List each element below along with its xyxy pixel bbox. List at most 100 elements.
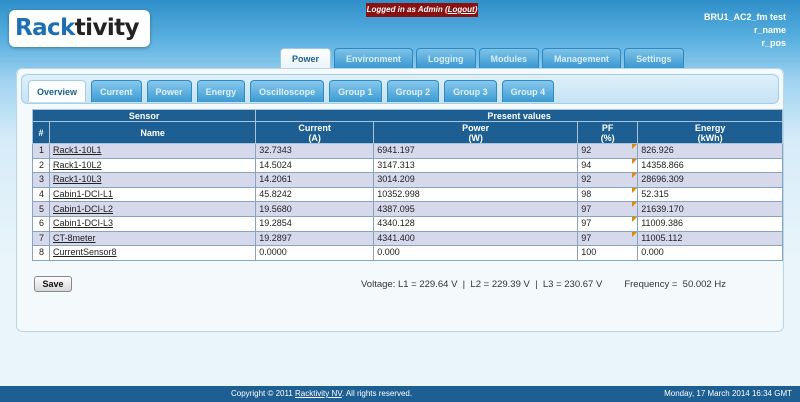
- cell-pf-value: 100: [581, 247, 597, 258]
- logo-part-rack: Rack: [15, 15, 75, 41]
- cell-index: 5: [32, 201, 50, 217]
- logout-link[interactable]: Logout: [448, 5, 475, 14]
- col-current-label: Current: [298, 122, 331, 133]
- cell-energy: 0.000: [637, 245, 783, 261]
- logo-part-tivity: tivity: [74, 15, 140, 41]
- login-suffix: ): [474, 5, 478, 14]
- cell-power: 3014.209: [373, 172, 579, 188]
- cell-index: 6: [32, 215, 50, 232]
- pf-flag-icon: [632, 231, 638, 237]
- status-line: Voltage: L1 = 229.64 V | L2 = 229.39 V |…: [361, 279, 726, 290]
- frequency-readout: Frequency = 50.002 Hz: [624, 279, 726, 290]
- user-name: r_name: [753, 25, 786, 35]
- cell-current: 45.8242: [255, 186, 375, 203]
- cell-current: 14.2061: [255, 172, 375, 188]
- sensor-name-link[interactable]: Cabin1-DCI-L3: [48, 215, 257, 232]
- cell-power: 10352.998: [373, 186, 579, 203]
- subtab-group-2[interactable]: Group 2: [386, 80, 440, 102]
- subtab-energy[interactable]: Energy: [196, 80, 246, 102]
- company-link[interactable]: Racktivity NV: [295, 389, 342, 398]
- table-row: 8 CurrentSensor8 0.0000 0.000 100 0.000: [32, 245, 783, 261]
- sub-tabs: Overview Current Power Energy Oscillosco…: [28, 80, 559, 102]
- col-pf-label: PF: [601, 122, 614, 133]
- pf-flag-icon: [632, 187, 638, 193]
- voltage-readout: Voltage: L1 = 229.64 V | L2 = 229.39 V |…: [361, 279, 603, 290]
- sensor-name-link[interactable]: CT-8meter: [48, 230, 257, 247]
- col-power: Power (W): [373, 121, 579, 144]
- col-power-label: Power: [462, 122, 490, 133]
- cell-index: 2: [32, 157, 50, 174]
- sensor-name-link[interactable]: CurrentSensor8: [48, 245, 257, 261]
- col-current-unit: (A): [308, 132, 321, 143]
- cell-pf-value: 92: [581, 145, 592, 156]
- login-prefix: Logged in as Admin (: [366, 5, 448, 14]
- cell-current: 19.2854: [255, 215, 375, 232]
- subtab-current[interactable]: Current: [91, 80, 142, 102]
- cell-energy: 28696.309: [637, 172, 783, 188]
- cell-index: 8: [32, 245, 50, 261]
- col-energy: Energy (kWh): [637, 121, 783, 144]
- cell-current: 32.7343: [255, 143, 375, 159]
- subtab-group-4[interactable]: Group 4: [501, 80, 555, 102]
- sensor-name-link[interactable]: Rack1-10L2: [48, 157, 257, 174]
- login-banner: Logged in as Admin (Logout): [366, 3, 478, 17]
- col-energy-unit: (kWh): [697, 132, 723, 143]
- cell-current: 19.2897: [255, 230, 375, 247]
- subtab-overview[interactable]: Overview: [28, 80, 87, 102]
- subtab-oscilloscope[interactable]: Oscilloscope: [250, 80, 325, 102]
- cell-index: 3: [32, 172, 50, 188]
- user-position: r_pos: [761, 38, 786, 48]
- cell-energy: 14358.866: [637, 157, 783, 174]
- col-energy-label: Energy: [694, 122, 726, 133]
- tab-environment[interactable]: Environment: [334, 48, 414, 68]
- tab-logging[interactable]: Logging: [416, 48, 476, 68]
- cell-pf: 94: [577, 157, 639, 174]
- pf-flag-icon: [632, 144, 638, 149]
- cell-pf-value: 92: [581, 174, 592, 185]
- save-button[interactable]: Save: [34, 276, 72, 292]
- user-info: BRU1_AC2_fm test r_name r_pos: [704, 11, 786, 50]
- cell-energy: 52.315: [637, 186, 783, 203]
- cell-pf-value: 97: [581, 218, 592, 229]
- subtab-power[interactable]: Power: [146, 80, 192, 102]
- cell-current: 0.0000: [255, 245, 375, 261]
- tab-settings[interactable]: Settings: [624, 48, 684, 68]
- table-row: 2 Rack1-10L2 14.5024 3147.313 94 14358.8…: [32, 157, 783, 174]
- header-sensor: Sensor: [31, 109, 257, 122]
- copyright-prefix: Copyright © 2011: [231, 389, 296, 398]
- cell-energy: 11009.386: [637, 215, 783, 232]
- cell-power: 0.000: [373, 245, 579, 261]
- cell-index: 1: [32, 143, 50, 159]
- tab-power[interactable]: Power: [280, 48, 332, 69]
- cell-power: 4340.128: [373, 215, 579, 232]
- cell-energy: 826.926: [637, 143, 783, 159]
- subtab-group-1[interactable]: Group 1: [329, 80, 382, 102]
- tab-management[interactable]: Management: [542, 48, 622, 68]
- cell-power: 4387.095: [373, 201, 579, 217]
- content-panel: Overview Current Power Energy Oscillosco…: [16, 68, 784, 332]
- col-index: #: [32, 121, 50, 144]
- cell-energy: 21639.170: [637, 201, 783, 217]
- cell-index: 7: [32, 230, 50, 247]
- table-row: 1 Rack1-10L1 32.7343 6941.197 92 826.926: [32, 143, 783, 159]
- sensor-name-link[interactable]: Cabin1-DCI-L1: [48, 186, 257, 203]
- table-row: 4 Cabin1-DCI-L1 45.8242 10352.998 98 52.…: [32, 186, 783, 203]
- footer: Copyright © 2011 Racktivity NV. All righ…: [0, 386, 800, 402]
- racktivity-logo: Racktivity: [9, 10, 150, 47]
- cell-pf: 92: [577, 172, 639, 188]
- cell-pf: 97: [577, 215, 639, 232]
- pf-flag-icon: [632, 216, 638, 222]
- table-row: 5 Cabin1-DCI-L2 19.5680 4387.095 97 2163…: [32, 201, 783, 217]
- cell-pf: 92: [577, 143, 639, 159]
- subtab-group-3[interactable]: Group 3: [444, 80, 497, 102]
- sensor-name-link[interactable]: Cabin1-DCI-L2: [48, 201, 257, 217]
- cell-power: 4341.400: [373, 230, 579, 247]
- sensor-name-link[interactable]: Rack1-10L1: [48, 143, 257, 159]
- cell-power: 3147.313: [373, 157, 579, 174]
- col-name: Name: [48, 121, 257, 144]
- pf-flag-icon: [632, 202, 638, 208]
- tab-modules[interactable]: Modules: [478, 48, 540, 68]
- footer-date: Monday, 17 March 2014 16:34 GMT: [664, 389, 792, 398]
- cell-pf: 100: [577, 245, 639, 261]
- sensor-name-link[interactable]: Rack1-10L3: [48, 172, 257, 188]
